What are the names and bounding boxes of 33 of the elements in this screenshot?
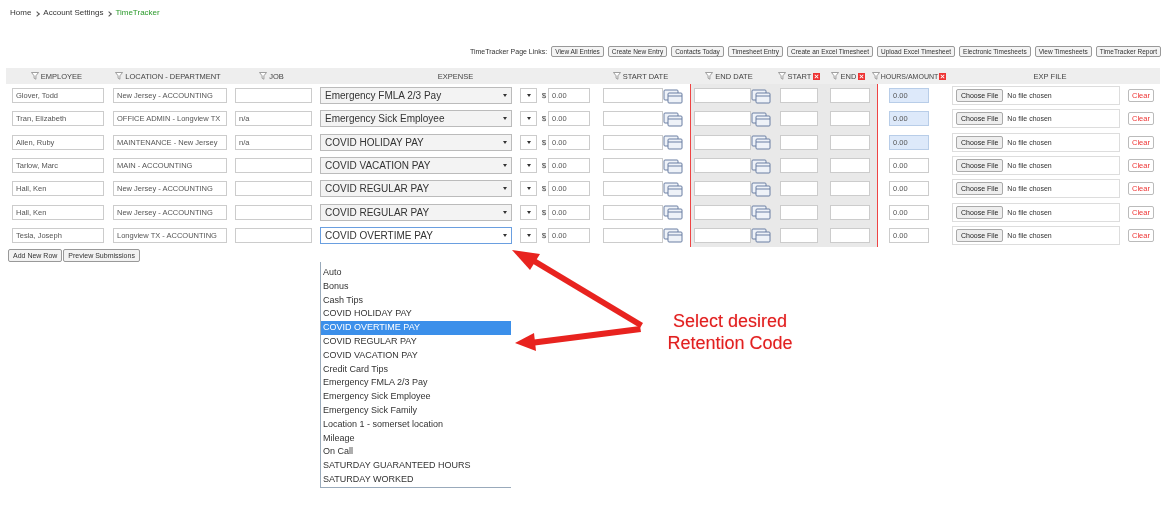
unit-label: $ [541, 91, 547, 101]
unit-label: $ [541, 137, 547, 147]
dropdown-option[interactable]: Cash Tips [321, 293, 511, 308]
dropdown-option[interactable]: Auto [321, 266, 511, 280]
callout-text: Select desired Retention Code [666, 310, 794, 354]
dropdown-option[interactable]: COVID VACATION PAY [321, 348, 511, 363]
dropdown-option[interactable]: COVID REGULAR PAY [321, 335, 511, 349]
dropdown-option[interactable]: On Call [321, 445, 511, 460]
unit-label: $ [541, 161, 547, 171]
unit-label: $ [541, 207, 547, 217]
dropdown-option[interactable]: Emergency Sick Family [321, 403, 511, 418]
expense-select[interactable]: COVID REGULAR PAY [320, 203, 512, 221]
dropdown-option[interactable]: Location 1 - somerset location [321, 417, 511, 432]
expense-select[interactable]: COVID REGULAR PAY [320, 180, 512, 198]
unit-label: $ [541, 114, 547, 124]
dropdown-option[interactable]: Emergency FMLA 2/3 Pay [321, 376, 511, 391]
dropdown-option[interactable]: Bonus [321, 279, 511, 294]
dropdown-option[interactable]: COVID HOLIDAY PAY [321, 307, 511, 322]
dropdown-option[interactable]: SATURDAY GUARANTEED HOURS [321, 459, 511, 473]
unit-label: $ [541, 230, 547, 240]
expense-select[interactable]: Emergency Sick Employee [320, 110, 512, 128]
dropdown-option[interactable]: Credit Card Tips [321, 362, 511, 377]
expense-select[interactable]: COVID OVERTIME PAY [320, 226, 512, 244]
breadcrumb-link[interactable]: Account Settings [43, 8, 104, 22]
expense-select[interactable]: COVID HOLIDAY PAY [320, 133, 512, 151]
dropdown-option[interactable]: Emergency Sick Employee [321, 390, 511, 404]
expense-select[interactable]: Emergency FMLA 2/3 Pay [320, 87, 512, 105]
breadcrumb-current: TimeTracker [115, 8, 160, 19]
breadcrumb-link[interactable]: Home [10, 8, 32, 22]
unit-label: $ [541, 184, 547, 194]
dropdown-option[interactable]: SATURDAY WORKED [321, 472, 511, 487]
dropdown-option[interactable]: Mileage [321, 431, 511, 446]
expense-select[interactable]: COVID VACATION PAY [320, 157, 512, 175]
